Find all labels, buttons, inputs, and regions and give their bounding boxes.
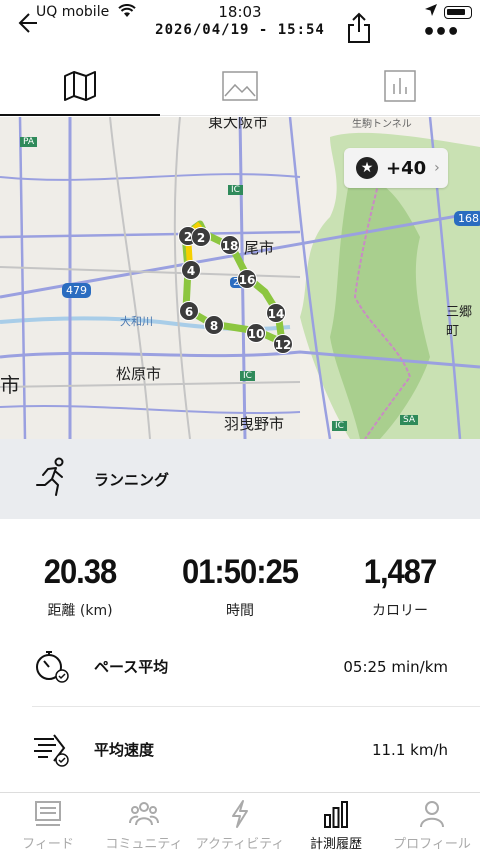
detail-value: 11.1 km/h	[371, 741, 448, 759]
nav-history[interactable]: 計測履歴	[288, 793, 384, 854]
ic-sign: IC	[240, 371, 255, 381]
km-marker: 14	[266, 303, 286, 323]
ic-sign: IC	[332, 421, 347, 431]
location-arrow-icon	[424, 3, 438, 21]
km-marker: 16	[237, 269, 257, 289]
km-marker: 18	[220, 235, 240, 255]
detail-label: ペース平均	[94, 658, 169, 676]
view-tabs	[0, 60, 480, 116]
bar-chart-icon	[324, 801, 348, 828]
more-options-icon[interactable]: •••	[422, 20, 460, 45]
km-marker: 12	[273, 334, 293, 354]
route-shield-479: 479	[62, 283, 91, 298]
detail-row-avg-pace: ペース平均 05:25 min/km	[0, 624, 480, 708]
nav-community[interactable]: コミュニティ	[96, 793, 192, 854]
map-label-misato: 三郷町	[446, 305, 473, 339]
stat-value: 20.38	[43, 552, 118, 591]
community-icon	[129, 802, 159, 826]
profile-icon	[420, 801, 444, 828]
speed-icon	[32, 729, 72, 769]
nav-profile[interactable]: プロフィール	[384, 793, 480, 854]
clock: 18:03	[218, 3, 262, 21]
stat-calories: 1,487 カロリー	[320, 552, 480, 620]
tab-stats[interactable]	[320, 60, 480, 115]
stat-distance: 20.38 距離 (km)	[0, 552, 160, 620]
stat-value: 1,487	[363, 552, 438, 591]
tab-photos[interactable]	[160, 60, 320, 115]
tab-map[interactable]	[0, 60, 160, 116]
km-marker: 4	[181, 260, 201, 280]
feed-icon	[35, 801, 61, 826]
nav-feed[interactable]: フィード	[0, 793, 96, 854]
detail-row-avg-speed: 平均速度 11.1 km/h	[0, 707, 480, 791]
nav-label: フィード	[22, 837, 74, 852]
km-marker: 8	[204, 315, 224, 335]
ic-sign: IC	[228, 185, 243, 195]
route-shield-168: 168	[454, 211, 480, 226]
stat-label: 距離 (km)	[47, 603, 113, 619]
map-label-higashi-osaka: 東大阪市	[208, 117, 269, 131]
summary-stats: 20.38 距離 (km) 01:50:25 時間 1,487 カロリー	[0, 540, 480, 620]
battery-icon	[444, 6, 472, 19]
detail-value: 05:25 min/km	[343, 658, 448, 676]
achievement-badge[interactable]: ★ +40 ›	[344, 148, 448, 188]
stat-duration: 01:50:25 時間	[160, 552, 320, 620]
map-label-yamato-river: 大和川	[120, 315, 153, 328]
map-label-matsubara: 松原市	[116, 365, 162, 383]
nav-label: プロフィール	[393, 837, 471, 852]
app-root: UQ mobile 18:03 2026/04/19 - 15:54 ••• 東…	[0, 0, 480, 854]
chevron-right-icon: ›	[434, 160, 440, 176]
chart-icon	[384, 69, 416, 106]
achievement-count: +40	[386, 157, 427, 179]
stat-label: カロリー	[372, 603, 428, 619]
nav-label: コミュニティ	[105, 837, 183, 852]
activity-type-label: ランニング	[94, 471, 170, 489]
stat-label: 時間	[226, 603, 254, 619]
stat-value: 01:50:25	[181, 552, 299, 591]
share-icon[interactable]	[344, 12, 374, 44]
nav-activity[interactable]: アクティビティ	[192, 793, 288, 854]
map-label-city: 市	[0, 373, 20, 397]
star-icon: ★	[356, 157, 378, 179]
map-icon	[63, 70, 97, 106]
km-marker: 2	[191, 227, 211, 247]
nav-label: 計測履歴	[309, 837, 362, 852]
km-marker: 6	[179, 301, 199, 321]
stopwatch-icon	[32, 646, 72, 686]
pa-sign: PA	[20, 137, 38, 147]
map-label-habikino: 羽曳野市	[224, 415, 285, 433]
bottom-navigation: フィード コミュニティ アクティビティ 計測履歴 プロフィール	[0, 792, 480, 854]
sa-sign: SA	[400, 415, 419, 425]
map-label-yao: 尾市	[244, 239, 275, 257]
activity-type-bar[interactable]: ランニング	[0, 439, 480, 519]
running-icon	[34, 457, 68, 499]
nav-label: アクティビティ	[195, 837, 285, 852]
detail-label: 平均速度	[94, 741, 155, 759]
image-icon	[222, 70, 258, 105]
km-marker: 10	[246, 323, 266, 343]
map-label-tunnel: 生駒トンネル	[352, 119, 412, 130]
lightning-icon	[232, 800, 248, 828]
activity-date-range: 2026/04/19 - 15:54	[155, 22, 325, 38]
